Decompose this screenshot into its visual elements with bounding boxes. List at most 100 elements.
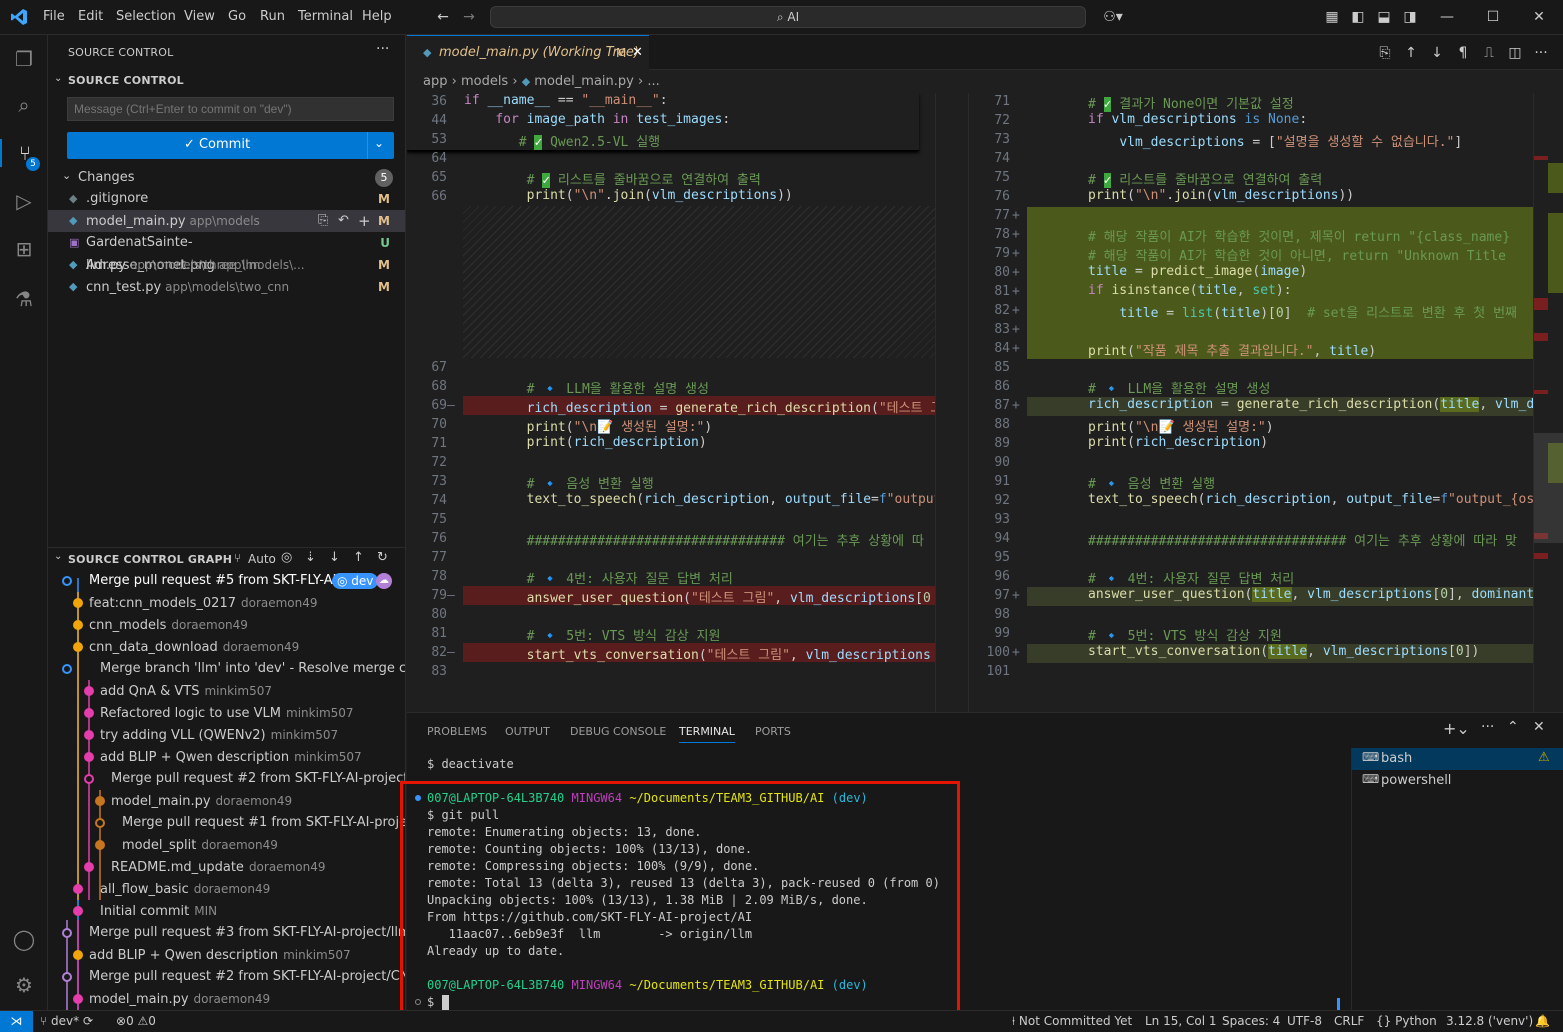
branch-status[interactable]: ⑂ dev* ⟳ [40, 1011, 93, 1032]
run-debug-icon[interactable]: ▷ [10, 187, 38, 215]
graph-commit-row[interactable]: add QnA & VTS minkim507 [48, 680, 405, 702]
discard-changes-icon[interactable]: ↶ [338, 210, 349, 232]
menu-go[interactable]: Go [228, 9, 246, 24]
language-mode[interactable]: {} Python [1376, 1011, 1437, 1032]
file-row-monet-png[interactable]: ▣ GardenatSainte-Adresse_monet.png app\mo… [48, 232, 405, 273]
command-center-search[interactable]: ⌕ AI [490, 6, 1086, 28]
graph-commit-row[interactable]: all_flow_basic doraemon49 [48, 878, 405, 900]
chevron-down-icon[interactable]: ⌄ [54, 73, 62, 84]
terminal-scrollbar[interactable] [1337, 748, 1341, 1010]
more-actions-icon[interactable]: ··· [1532, 44, 1550, 62]
toggle-panel-icon[interactable]: ⬓ [1375, 8, 1393, 26]
graph-auto-label[interactable]: Auto [248, 552, 276, 566]
inline-view-icon[interactable]: ⎍ [1480, 44, 1498, 62]
customize-layout-icon[interactable]: ▦ [1323, 8, 1341, 26]
push-icon[interactable]: ↑ [353, 550, 364, 565]
toggle-secondary-sidebar-icon[interactable]: ◨ [1401, 8, 1419, 26]
menu-terminal[interactable]: Terminal [298, 9, 353, 24]
graph-commit-row[interactable]: add BLIP + Qwen description minkim507 [48, 944, 405, 966]
account-icon[interactable]: ◯ [10, 925, 38, 953]
file-row-gitignore[interactable]: ◆ .gitignore M [48, 188, 405, 210]
menu-selection[interactable]: Selection [116, 9, 176, 24]
stage-changes-icon[interactable]: + [358, 210, 371, 232]
terminal-item-powershell[interactable]: ⌨ powershell [1352, 770, 1563, 792]
tab-model-main[interactable]: ◆ model_main.py (Working Tree) M ✕ [407, 35, 649, 70]
minimize-icon[interactable]: — [1438, 8, 1456, 26]
settings-gear-icon[interactable]: ⚙ [10, 971, 38, 999]
menu-file[interactable]: File [43, 9, 65, 24]
next-change-icon[interactable]: ↓ [1428, 44, 1446, 62]
back-arrow-icon[interactable]: ← [434, 8, 452, 26]
file-row-model-main[interactable]: ◆ model_main.py app\models ⎘ ↶ + M [48, 210, 405, 232]
menu-view[interactable]: View [184, 9, 215, 24]
problems-status[interactable]: ⊗0 ⚠0 [116, 1011, 156, 1032]
section-header[interactable]: SOURCE CONTROL [68, 74, 184, 87]
tab-output[interactable]: OUTPUT [505, 725, 550, 738]
maximize-icon[interactable]: ☐ [1484, 8, 1502, 26]
graph-commit-row[interactable]: add BLIP + Qwen description minkim507 [48, 746, 405, 768]
previous-change-icon[interactable]: ↑ [1402, 44, 1420, 62]
split-editor-icon[interactable]: ◫ [1506, 44, 1524, 62]
close-window-icon[interactable]: ✕ [1530, 8, 1548, 26]
more-actions-icon[interactable]: ··· [1481, 719, 1494, 735]
graph-commit-row[interactable]: README.md_update doraemon49 [48, 856, 405, 878]
extensions-icon[interactable]: ⊞ [10, 235, 38, 263]
diff-modified-pane[interactable]: 71 72 73 74 75 76 77 +78 +79 +80 +81 +82 +83 +84 +85 86… [970, 93, 1533, 712]
commit-button[interactable]: ✓ Commit ⌄ [67, 132, 394, 159]
pull-icon[interactable]: ↓ [329, 550, 340, 565]
notifications-bell-icon[interactable]: 🔔 [1535, 1011, 1550, 1032]
refresh-icon[interactable]: ↻ [377, 550, 388, 565]
chevron-down-icon[interactable]: ⌄ [62, 169, 71, 182]
toggle-sidebar-icon[interactable]: ◧ [1349, 8, 1367, 26]
close-tab-icon[interactable]: ✕ [632, 36, 643, 70]
more-actions-icon[interactable]: ··· [376, 41, 389, 57]
terminal-area[interactable] [407, 748, 1347, 1010]
breadcrumb-symbol[interactable]: ... [647, 74, 659, 89]
blame-status[interactable]: ⍿ Not Committed Yet [1012, 1011, 1132, 1032]
commit-message-input[interactable] [67, 97, 394, 121]
menu-run[interactable]: Run [260, 9, 285, 24]
overview-ruler[interactable] [1533, 93, 1563, 712]
graph-commit-row[interactable]: try adding VLL (QWENv2) minkim507 [48, 724, 405, 746]
open-file-icon[interactable]: ⎘ [318, 210, 328, 232]
graph-commit-row[interactable]: Refactored logic to use VLM minkim507 [48, 702, 405, 724]
encoding[interactable]: UTF-8 [1287, 1011, 1322, 1032]
remote-indicator-icon[interactable]: ⋊ [0, 1011, 33, 1032]
terminal-item-bash[interactable]: ⌨ bash ⚠ [1352, 748, 1563, 770]
graph-commit-row[interactable]: Merge branch 'llm' into 'dev' - Resolve … [48, 658, 405, 680]
graph-commit-row[interactable]: Merge pull request #5 from SKT-FLY-AI...… [48, 570, 405, 592]
graph-commit-row[interactable]: cnn_models doraemon49 [48, 614, 405, 636]
graph-commit-row[interactable]: model_split doraemon49 [48, 834, 405, 856]
search-view-icon[interactable]: ⌕ [10, 91, 38, 119]
commit-dropdown-icon[interactable]: ⌄ [374, 136, 384, 150]
graph-header[interactable]: ⌄ SOURCE CONTROL GRAPH ⑂ Auto ◎ ⇣ ↓ ↑ ↻ [48, 547, 405, 569]
cursor-position[interactable]: Ln 15, Col 1 [1145, 1011, 1217, 1032]
tab-debug-console[interactable]: DEBUG CONSOLE [570, 725, 666, 738]
menu-edit[interactable]: Edit [78, 9, 103, 24]
tab-problems[interactable]: PROBLEMS [427, 725, 487, 738]
graph-commit-row[interactable]: feat:cnn_models_0217 doraemon49 [48, 592, 405, 614]
indentation[interactable]: Spaces: 4 [1222, 1011, 1280, 1032]
maximize-panel-icon[interactable]: ⌃ [1507, 719, 1519, 735]
scrollbar-thumb[interactable] [1534, 433, 1563, 543]
diff-original-pane[interactable]: 36 44 53 64 65 66 67 68—69 70 71 72 73 74 75 76 77 78—79… [407, 93, 935, 712]
menu-help[interactable]: Help [362, 9, 392, 24]
graph-commit-row[interactable]: Initial commit MIN [48, 900, 405, 922]
whitespace-icon[interactable]: ¶ [1454, 44, 1472, 62]
line-ending[interactable]: CRLF [1334, 1011, 1364, 1032]
tab-ports[interactable]: PORTS [755, 725, 791, 738]
explorer-icon[interactable]: ❐ [10, 45, 38, 73]
graph-commit-row[interactable]: Merge pull request #1 from SKT-FLY-AI-pr… [48, 812, 405, 834]
copilot-icon[interactable]: ⚇▾ [1098, 8, 1128, 26]
breadcrumb-app[interactable]: app [423, 74, 447, 89]
python-interpreter[interactable]: 3.12.8 ('venv') [1446, 1011, 1533, 1032]
graph-commit-row[interactable]: cnn_data_download doraemon49 [48, 636, 405, 658]
graph-commit-row[interactable]: model_main.py doraemon49 [48, 790, 405, 812]
chevron-down-icon[interactable]: ⌄ [54, 551, 62, 562]
breadcrumb-models[interactable]: models [461, 74, 508, 89]
forward-arrow-icon[interactable]: → [460, 8, 478, 26]
new-terminal-icon[interactable]: +⌄ [1443, 719, 1470, 738]
target-icon[interactable]: ◎ [281, 550, 292, 565]
file-row-llm[interactable]: ◆ llm.py app\models\three_llm M [48, 254, 405, 276]
testing-icon[interactable]: ⚗ [10, 285, 38, 313]
